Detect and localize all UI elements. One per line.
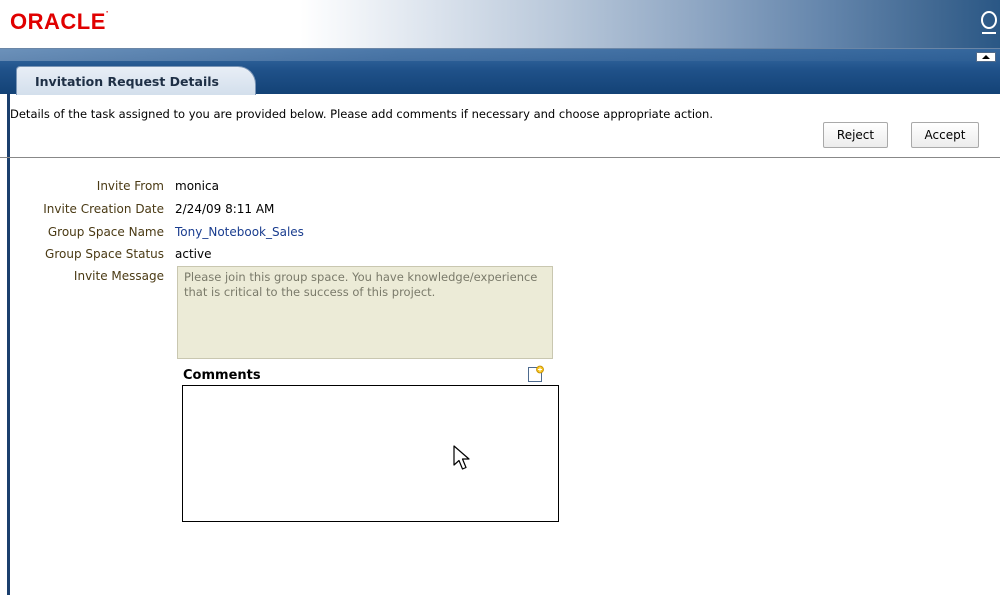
reject-button[interactable]: Reject — [823, 122, 888, 148]
invite-creation-date-label: Invite Creation Date — [43, 202, 164, 216]
invite-from-value: monica — [175, 179, 219, 193]
instructions-text: Details of the task assigned to you are … — [10, 107, 714, 121]
mouse-pointer-icon — [453, 445, 470, 470]
comments-textarea[interactable] — [182, 385, 559, 522]
oracle-logo: ORACLE· — [10, 7, 110, 34]
tab-invitation-request-details[interactable]: Invitation Request Details — [16, 66, 256, 95]
app-header: ORACLE· — [0, 0, 1000, 49]
tab-label: Invitation Request Details — [35, 74, 219, 89]
task-details-panel: Details of the task assigned to you are … — [0, 95, 1000, 595]
invite-from-label: Invite From — [96, 179, 164, 193]
divider — [0, 157, 1000, 158]
logo-text: ORACLE — [10, 9, 106, 34]
invite-creation-date-value: 2/24/09 8:11 AM — [175, 202, 275, 216]
search-icon[interactable] — [980, 10, 998, 40]
group-space-name-link[interactable]: Tony_Notebook_Sales — [175, 225, 304, 239]
group-space-status-label: Group Space Status — [45, 247, 164, 261]
tab-bar-strip — [0, 49, 1000, 61]
group-space-name-label: Group Space Name — [47, 225, 164, 239]
accept-button[interactable]: Accept — [911, 122, 979, 148]
add-comment-icon[interactable] — [527, 365, 545, 383]
collapse-up-icon[interactable] — [976, 52, 996, 62]
comments-title: Comments — [183, 368, 261, 383]
invite-message-box: Please join this group space. You have k… — [177, 266, 553, 359]
invite-message-label: Invite Message — [73, 269, 164, 283]
group-space-status-value: active — [175, 247, 212, 261]
